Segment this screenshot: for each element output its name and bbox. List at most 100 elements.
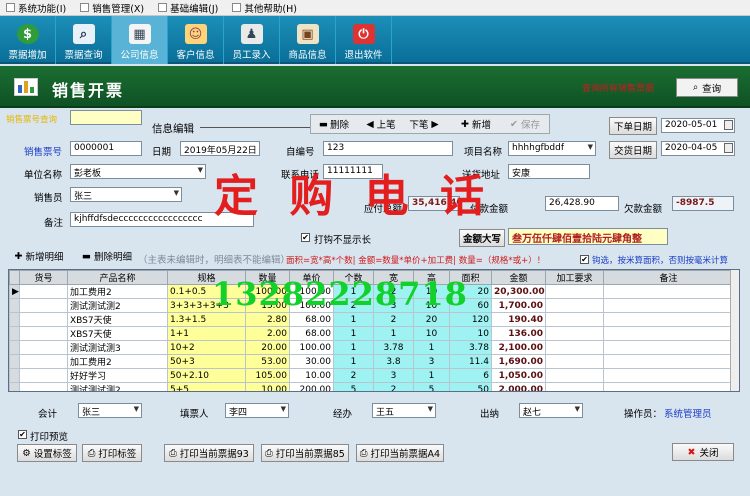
table-cell[interactable]: 测试测试测2 [67, 298, 168, 313]
hide-checkbox[interactable]: ✔ [301, 233, 310, 242]
table-cell[interactable] [545, 382, 604, 391]
table-cell[interactable]: 1,700.00 [491, 298, 546, 313]
table-cell[interactable]: 20.00 [245, 340, 290, 355]
table-cell[interactable] [545, 298, 604, 313]
table-cell[interactable]: 68.00 [289, 326, 334, 341]
table-cell[interactable]: 1 [333, 326, 374, 341]
table-row[interactable]: 加工费用2 50+3 53.00 30.00 1 3.8 3 11.4 1,690.00 [9, 354, 734, 369]
ticket-no-input[interactable]: 0000001 [70, 141, 142, 156]
project-combo[interactable]: hhhhgfbddf [508, 141, 596, 156]
query-button[interactable]: ⌕ 查询 [676, 78, 738, 97]
table-cell[interactable]: 190.40 [491, 312, 546, 327]
table-cell[interactable]: 30.00 [289, 354, 334, 369]
menu-basic[interactable]: 基础编辑(J) [152, 1, 226, 15]
table-row[interactable]: 测试测试测3 10+2 20.00 100.00 1 3.78 1 3.78 2,100.00 [9, 340, 734, 355]
row-selector[interactable] [9, 382, 20, 391]
table-cell[interactable]: 1.3+1.5 [167, 312, 246, 327]
table-cell[interactable]: 2.80 [245, 312, 290, 327]
table-cell[interactable]: 3 [413, 354, 450, 369]
table-cell[interactable]: 50+2.10 [167, 368, 246, 383]
table-cell[interactable]: 5 [413, 382, 450, 391]
table-cell[interactable] [545, 312, 604, 327]
menu-help[interactable]: 其他帮助(H) [226, 1, 305, 15]
add-detail-button[interactable]: ✚ 新增明细 [8, 247, 70, 265]
table-cell[interactable] [19, 298, 68, 313]
table-row[interactable]: 测试测试测2 5+5 10.00 200.00 5 2 5 50 2,000.00 [9, 382, 734, 391]
table-cell[interactable]: 1 [413, 340, 450, 355]
row-selector[interactable] [9, 312, 20, 327]
table-cell[interactable]: 好好学习 [67, 368, 168, 383]
toolbar-add-ticket[interactable]: $ 票据增加 [0, 16, 56, 64]
table-cell[interactable]: 加工费用2 [67, 354, 168, 369]
print-label-button[interactable]: ⎙ 打印标签 [82, 444, 142, 462]
table-cell[interactable]: 1 [333, 312, 374, 327]
table-cell[interactable]: 1,050.00 [491, 368, 546, 383]
table-cell[interactable] [19, 340, 68, 355]
delete-detail-button[interactable]: ▬ 删除明细 [76, 247, 138, 265]
close-button[interactable]: ✖ 关闭 [672, 443, 734, 461]
table-cell[interactable]: 53.00 [245, 354, 290, 369]
table-cell[interactable]: 3.8 [373, 354, 414, 369]
handler-combo[interactable]: 王五 [372, 403, 436, 418]
row-selector[interactable] [9, 354, 20, 369]
table-cell[interactable] [545, 354, 604, 369]
table-cell[interactable]: 10.00 [289, 368, 334, 383]
toolbar-company-info[interactable]: ▦ 公司信息 [112, 16, 168, 64]
table-cell[interactable]: 10 [449, 326, 492, 341]
next-button[interactable]: 下笔 ▶ [404, 115, 444, 133]
table-cell[interactable]: 1 [333, 354, 374, 369]
row-selector[interactable]: ▶ [9, 284, 20, 299]
table-cell[interactable] [603, 382, 734, 391]
prev-button[interactable]: ◀ 上笔 [362, 115, 400, 133]
table-cell[interactable]: 3 [373, 368, 414, 383]
set-label-button[interactable]: ⚙ 设置标签 [17, 444, 77, 462]
row-selector[interactable] [9, 298, 20, 313]
seller-combo[interactable]: 张三 [70, 187, 182, 202]
print-85-button[interactable]: ⎙ 打印当前票据85 [261, 444, 349, 462]
table-cell[interactable]: 50+3 [167, 354, 246, 369]
row-selector[interactable] [9, 340, 20, 355]
row-selector[interactable] [9, 368, 20, 383]
table-cell[interactable]: 5+5 [167, 382, 246, 391]
table-cell[interactable]: 2 [333, 368, 374, 383]
toolbar-exit[interactable]: ⏻ 退出软件 [336, 16, 392, 64]
table-cell[interactable]: 测试测试测3 [67, 340, 168, 355]
table-cell[interactable]: 136.00 [491, 326, 546, 341]
table-cell[interactable] [545, 368, 604, 383]
date-input[interactable]: 2019年05月22日 [180, 141, 260, 156]
table-cell[interactable] [603, 298, 734, 313]
table-cell[interactable]: 5 [333, 382, 374, 391]
toolbar-product-info[interactable]: ▣ 商品信息 [280, 16, 336, 64]
table-cell[interactable]: 3.78 [449, 340, 492, 355]
table-cell[interactable]: 20,300.00 [491, 284, 546, 299]
grid-scrollbar[interactable] [730, 270, 739, 391]
table-cell[interactable] [19, 382, 68, 391]
table-cell[interactable] [603, 354, 734, 369]
preview-checkbox[interactable]: ✔ [18, 430, 27, 439]
filler-combo[interactable]: 李四 [225, 403, 289, 418]
toolbar-employee-entry[interactable]: ♟ 员工录入 [224, 16, 280, 64]
self-no-input[interactable]: 123 [323, 141, 453, 156]
table-row[interactable]: 好好学习 50+2.10 105.00 10.00 2 3 1 6 1,050.00 [9, 368, 734, 383]
toolbar-customer-info[interactable]: ☺ 客户信息 [168, 16, 224, 64]
table-cell[interactable] [19, 326, 68, 341]
table-cell[interactable]: 1 [333, 340, 374, 355]
toolbar-query-ticket[interactable]: ⌕ 票据查询 [56, 16, 112, 64]
delete-button[interactable]: ▬ 删除 [314, 115, 354, 133]
table-cell[interactable]: 1,690.00 [491, 354, 546, 369]
table-cell[interactable]: 2 [373, 312, 414, 327]
table-cell[interactable]: 105.00 [245, 368, 290, 383]
calendar-icon[interactable] [724, 143, 733, 153]
table-row[interactable]: XBS7天使 1.3+1.5 2.80 68.00 1 2 20 120 190.40 [9, 312, 734, 327]
table-cell[interactable]: 68.00 [289, 312, 334, 327]
table-cell[interactable] [603, 326, 734, 341]
calendar-icon[interactable] [724, 120, 733, 130]
table-cell[interactable]: 测试测试测2 [67, 382, 168, 391]
table-cell[interactable]: 1 [373, 326, 414, 341]
table-row[interactable]: XBS7天使 1+1 2.00 68.00 1 1 10 10 136.00 [9, 326, 734, 341]
table-cell[interactable]: 加工费用2 [67, 284, 168, 299]
table-cell[interactable] [603, 284, 734, 299]
unit-combo[interactable]: 彭老板 [70, 164, 206, 179]
table-cell[interactable] [545, 284, 604, 299]
table-cell[interactable]: 1+1 [167, 326, 246, 341]
